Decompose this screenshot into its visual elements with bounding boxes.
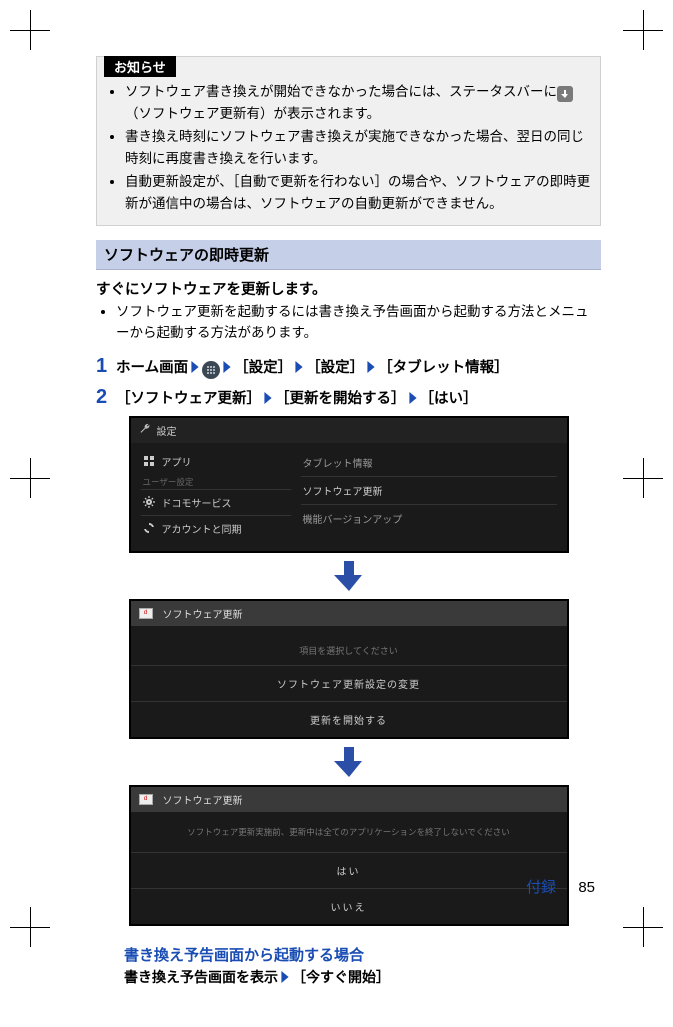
step-2: 2 ［ソフトウェア更新］ ［更新を開始する］ ［はい］ <box>96 387 601 408</box>
docomo-icon: d <box>139 794 153 805</box>
chevron-right-icon <box>293 361 305 377</box>
screenshot-settings: 設定 アプリ ユーザー設定 ドコモサービス アカウントと同期 <box>129 416 569 553</box>
label: ドコモサービス <box>162 495 232 510</box>
label: アカウントと同期 <box>162 521 242 536</box>
notice-list: ソフトウェア書き換えが開始できなかった場合には、ステータスバーに（ソフトウェア更… <box>105 81 592 215</box>
step-number: 2 <box>96 387 110 407</box>
settings-row-docomo[interactable]: ドコモサービス <box>141 489 291 515</box>
settings-row-apps[interactable]: アプリ <box>141 449 291 474</box>
dialog-message: ソフトウェア更新実施前、更新中は全てのアプリケーションを終了しないでください <box>131 812 567 852</box>
crop-mark <box>10 10 50 50</box>
chevron-right-icon <box>189 361 201 377</box>
page-number: 85 <box>578 879 595 896</box>
docomo-icon: d <box>139 608 153 619</box>
sync-icon <box>143 522 156 535</box>
step-text: ホーム画面 ［設定］ ［設定］ ［タブレット情報］ <box>116 356 509 379</box>
settings-detail-row[interactable]: 機能バージョンアップ <box>301 504 557 532</box>
settings-detail-row[interactable]: ソフトウェア更新 <box>301 476 557 504</box>
apps-launcher-icon <box>202 361 220 379</box>
crop-mark <box>623 458 663 498</box>
segment: ［今すぐ開始］ <box>292 969 390 985</box>
chevron-right-icon <box>279 970 291 986</box>
notice-box: お知らせ ソフトウェア書き換えが開始できなかった場合には、ステータスバーに（ソフ… <box>96 56 601 226</box>
segment: 書き換え予告画面を表示 <box>124 969 278 985</box>
label: アプリ <box>162 454 192 469</box>
settings-right-col: タブレット情報 ソフトウェア更新 機能バージョンアップ <box>301 449 557 541</box>
notice-item: ソフトウェア書き換えが開始できなかった場合には、ステータスバーに（ソフトウェア更… <box>125 81 592 124</box>
wrench-icon <box>139 423 151 438</box>
crop-mark <box>10 907 50 947</box>
option-start-update[interactable]: 更新を開始する <box>131 701 567 737</box>
dialog-title: ソフトウェア更新 <box>163 606 243 621</box>
settings-detail-row[interactable]: タブレット情報 <box>301 449 557 476</box>
subsection-line: 書き換え予告画面を表示 ［今すぐ開始］ <box>124 967 601 987</box>
gear-icon <box>143 496 156 509</box>
chevron-right-icon <box>221 361 233 377</box>
yes-button[interactable]: はい <box>131 852 567 888</box>
step-1: 1 ホーム画面 ［設定］ ［設定］ ［タブレット情報］ <box>96 356 601 379</box>
no-button[interactable]: いいえ <box>131 888 567 924</box>
footer-section: 付録 <box>526 879 556 896</box>
arrow-down-icon <box>332 745 366 779</box>
settings-left-col: アプリ ユーザー設定 ドコモサービス アカウントと同期 <box>141 449 291 541</box>
chevron-right-icon <box>365 361 377 377</box>
section-heading: ソフトウェアの即時更新 <box>96 240 601 270</box>
segment: ［はい］ <box>420 391 478 407</box>
settings-row-account[interactable]: アカウントと同期 <box>141 515 291 541</box>
dialog-title: ソフトウェア更新 <box>163 792 243 807</box>
dialog-header: d ソフトウェア更新 <box>131 601 567 626</box>
screenshot-update-menu: d ソフトウェア更新 項目を選択してください ソフトウェア更新設定の変更 更新を… <box>129 599 569 739</box>
chevron-right-icon <box>262 392 274 408</box>
step-text: ［ソフトウェア更新］ ［更新を開始する］ ［はい］ <box>116 387 478 408</box>
crop-mark <box>623 10 663 50</box>
notice-tag: お知らせ <box>104 56 176 77</box>
crop-mark <box>10 458 50 498</box>
segment: ［タブレット情報］ <box>378 360 509 376</box>
segment: ［設定］ <box>306 360 364 376</box>
apps-icon <box>143 455 156 468</box>
arrow-down-icon <box>332 559 366 593</box>
segment: ホーム画面 <box>116 360 188 376</box>
download-status-icon <box>557 86 573 102</box>
crop-mark <box>623 907 663 947</box>
screenshot-confirm-dialog: d ソフトウェア更新 ソフトウェア更新実施前、更新中は全てのアプリケーションを終… <box>129 785 569 926</box>
step-number: 1 <box>96 356 110 376</box>
dialog-header: d ソフトウェア更新 <box>131 787 567 812</box>
subsection-heading: 書き換え予告画面から起動する場合 <box>124 944 601 965</box>
chevron-right-icon <box>407 392 419 408</box>
screenshots-block: 設定 アプリ ユーザー設定 ドコモサービス アカウントと同期 <box>96 416 601 926</box>
lead-bullet-list: ソフトウェア更新を起動するには書き換え予告画面から起動する方法とメニューから起動… <box>96 301 601 344</box>
settings-group-label: ユーザー設定 <box>143 476 291 488</box>
segment: ［設定］ <box>234 360 292 376</box>
page-footer: 付録 85 <box>526 876 595 897</box>
lead-text: すぐにソフトウェアを更新します。 <box>96 278 601 299</box>
notice-item: 自動更新設定が、［自動で更新を行わない］の場合や、ソフトウェアの即時更新が通信中… <box>125 171 592 214</box>
segment: ［ソフトウェア更新］ <box>116 391 261 407</box>
screenshot-title: 設定 <box>157 423 177 438</box>
option-change-settings[interactable]: ソフトウェア更新設定の変更 <box>131 665 567 701</box>
segment: ［更新を開始する］ <box>275 391 406 407</box>
dialog-message: 項目を選択してください <box>131 636 567 665</box>
screenshot-titlebar: 設定 <box>131 418 567 443</box>
notice-item: 書き換え時刻にソフトウェア書き換えが実施できなかった場合、翌日の同じ時刻に再度書… <box>125 126 592 169</box>
lead-bullet: ソフトウェア更新を起動するには書き換え予告画面から起動する方法とメニューから起動… <box>116 301 601 344</box>
